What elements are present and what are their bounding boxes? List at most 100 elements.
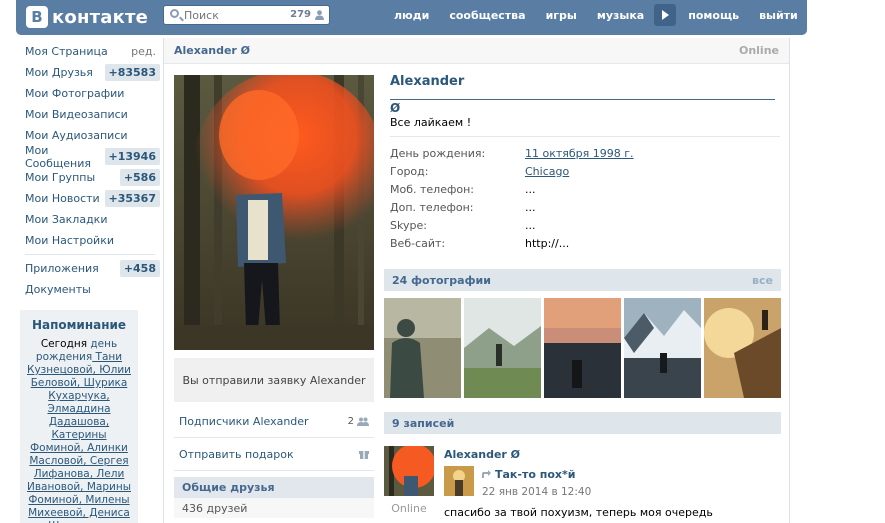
field-city: Город: Chicago (390, 162, 634, 180)
mobile-value: ... (525, 182, 536, 196)
vk-logo-text: контакте (52, 6, 149, 28)
menu-my-videos[interactable]: Мои Видеозаписи (20, 104, 160, 125)
phone2-value: ... (525, 200, 536, 214)
profile-fields: День рождения: 11 октября 1998 г. Город: C… (390, 144, 634, 252)
field-phone2: Доп. телефон:... (390, 198, 634, 216)
photo-thumb[interactable] (544, 298, 621, 398)
subscribers-count: 2 (347, 415, 354, 427)
field-birthday: День рождения: 11 октября 1998 г. (390, 144, 634, 162)
menu-my-settings[interactable]: Мои Настройки (20, 230, 160, 251)
field-key: Доп. телефон: (390, 200, 474, 214)
post-date[interactable]: 22 янв 2014 в 12:40 (482, 486, 591, 498)
nav-logout[interactable]: выйти (759, 9, 798, 22)
reminder-title: Напоминание (31, 318, 127, 332)
menu-divider (25, 254, 155, 255)
apps-badge: +458 (119, 260, 160, 277)
city-value[interactable]: Chicago (525, 165, 569, 178)
menu-label: Мои Группы (25, 171, 96, 184)
nav-communities[interactable]: сообщества (449, 9, 525, 22)
menu-label: Мои Друзья (25, 66, 93, 79)
profile-avatar[interactable] (174, 75, 374, 350)
profile-info: Alexander Ø Все лайкаем ! День рождения:… (390, 74, 780, 252)
website-value: http://... (525, 236, 570, 250)
subscribers-label: Подписчики Alexander (179, 414, 309, 428)
nav-help[interactable]: помощь (688, 9, 739, 22)
messages-badge: +13946 (104, 148, 160, 165)
menu-my-photos[interactable]: Мои Фотографии (20, 83, 160, 104)
photos-header[interactable]: 24 фотографии все (384, 269, 781, 291)
search-count: 279 (290, 9, 311, 20)
photo-thumb[interactable] (624, 298, 701, 398)
photo-thumb[interactable] (464, 298, 541, 398)
gift-label: Отправить подарок (179, 447, 294, 461)
photos-strip (384, 298, 781, 398)
field-skype: Skype:... (390, 216, 634, 234)
photo-thumb[interactable] (704, 298, 781, 398)
friend-request-sent: Вы отправили заявку Alexander (174, 358, 374, 402)
nav-people[interactable]: люди (394, 9, 429, 22)
field-key: Skype: (390, 218, 427, 232)
menu-label: Моя Страница (25, 45, 108, 58)
profile-name-mark: Ø (390, 101, 401, 115)
post-author-online: Online (391, 502, 427, 515)
birthday-reminder: Напоминание Сегодня день рождения Тани К… (20, 310, 138, 523)
menu-label: Мои Фотографии (25, 87, 125, 100)
field-key: Моб. телефон: (390, 182, 475, 196)
reminder-text: Сегодня день рождения Тани Кузнецовой, Ю… (24, 338, 134, 523)
repost-title-wrap[interactable]: Так-то пох*й (481, 468, 575, 481)
subscribers-count-wrap: 2 (348, 416, 369, 427)
menu-my-friends[interactable]: Мои Друзья +83583 (20, 62, 160, 83)
name-underline (390, 99, 775, 100)
edit-link[interactable]: ред. (131, 45, 160, 58)
news-badge: +35367 (104, 190, 160, 207)
menu-my-news[interactable]: Мои Новости +35367 (20, 188, 160, 209)
field-mobile: Моб. телефон:... (390, 180, 634, 198)
vk-logo-icon: B (26, 6, 48, 28)
menu-my-messages[interactable]: Мои Сообщения +13946 (20, 143, 160, 170)
common-friends-title[interactable]: Общие друзья (174, 477, 374, 498)
left-menu: Моя Страница ред. Мои Друзья +83583 Мои Фо… (20, 41, 160, 300)
profile-content: Alexander Ø Online Вы отправили заявку A… (163, 38, 790, 523)
reminder-names[interactable]: Тани Кузнецовой, Юлии Беловой, Шурика Ку… (27, 351, 131, 523)
menu-label: Документы (25, 283, 91, 296)
photos-all-link[interactable]: все (752, 274, 773, 287)
nav-games[interactable]: игры (546, 9, 577, 22)
person-icon (315, 10, 324, 20)
menu-label: Приложения (25, 262, 99, 275)
post-author-avatar[interactable] (384, 446, 434, 496)
vk-logo[interactable]: B контакте (26, 3, 148, 31)
send-gift-link[interactable]: Отправить подарок (174, 438, 374, 471)
friends-badge: +83583 (104, 64, 160, 81)
menu-label: Мои Новости (25, 192, 100, 205)
menu-label: Мои Аудиозаписи (25, 129, 128, 142)
menu-documents[interactable]: Документы (20, 279, 160, 300)
birthday-value[interactable]: 11 октября 1998 г. (525, 147, 634, 160)
profile-header: Alexander Ø Online (164, 38, 789, 64)
play-icon[interactable] (654, 4, 677, 26)
common-friends-count: 436 друзей (174, 498, 374, 518)
repost-thumbnail[interactable] (444, 466, 474, 496)
online-status: Online (738, 44, 779, 57)
menu-my-page[interactable]: Моя Страница ред. (20, 41, 160, 62)
menu-label: Мои Настройки (25, 234, 114, 247)
wall-title: 9 записей (392, 416, 455, 430)
photo-thumb[interactable] (384, 298, 461, 398)
search-box[interactable]: 279 (163, 5, 330, 25)
menu-my-groups[interactable]: Мои Группы +586 (20, 167, 160, 188)
wall-header[interactable]: 9 записей (384, 412, 781, 434)
info-divider (390, 136, 780, 137)
top-nav: люди сообщества игры музыка помощь выйти (394, 0, 818, 30)
top-bar: B контакте 279 люди сообщества игры музы… (16, 0, 807, 35)
menu-my-bookmarks[interactable]: Мои Закладки (20, 209, 160, 230)
repost-icon (482, 470, 491, 478)
menu-apps[interactable]: Приложения +458 (20, 258, 160, 279)
field-key: Город: (390, 164, 429, 178)
menu-label: Мои Сообщения (25, 143, 92, 170)
post-author-name[interactable]: Alexander Ø (444, 448, 520, 461)
subscribers-link[interactable]: Подписчики Alexander 2 (174, 405, 374, 438)
photos-title: 24 фотографии (392, 273, 491, 287)
search-input[interactable] (184, 7, 284, 23)
repost-title: Так-то пох*й (495, 468, 576, 481)
nav-music[interactable]: музыка (597, 9, 644, 22)
reminder-pre: Сегодня (40, 338, 91, 350)
